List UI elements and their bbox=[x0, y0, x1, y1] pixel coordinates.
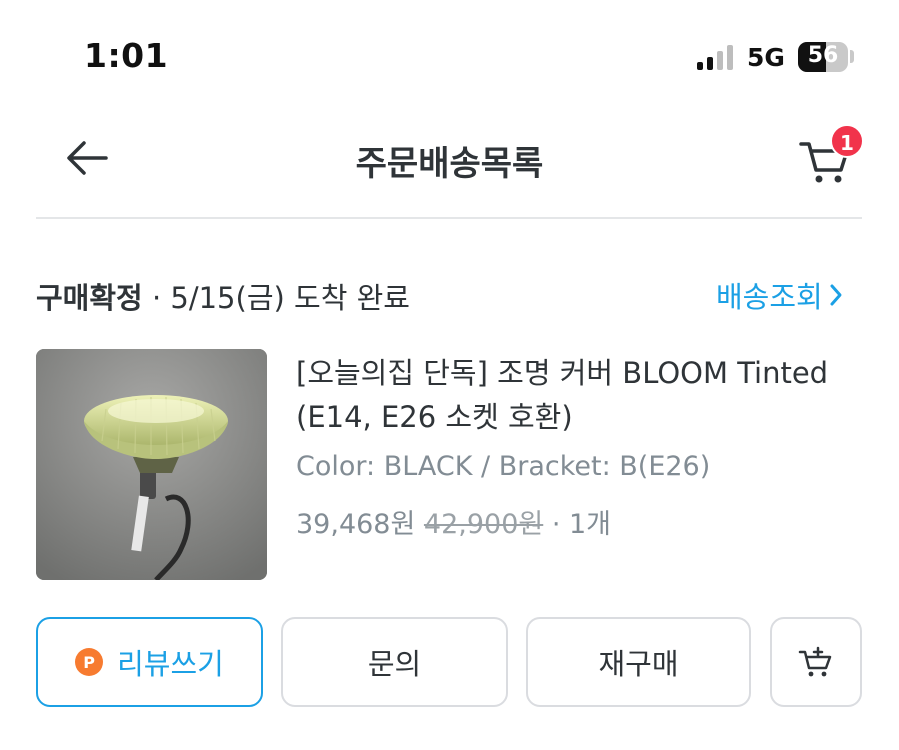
battery-tip bbox=[850, 50, 854, 63]
original-price: 42,900원 bbox=[423, 509, 544, 540]
order-status-label: 구매확정 bbox=[36, 281, 143, 315]
page-title: 주문배송목록 bbox=[355, 144, 544, 184]
lamp-photo bbox=[36, 349, 267, 580]
product-option: Color: BLACK / Bracket: B(E26) bbox=[296, 451, 711, 482]
chevron-right-icon bbox=[830, 284, 842, 306]
cart-plus-icon bbox=[798, 646, 832, 677]
order-status: 구매확정 · 5/15(금) 도착 완료 bbox=[36, 275, 410, 317]
product-title[interactable]: [오늘의집 단독] 조명 커버 BLOOM Tinted (E14, E26 소… bbox=[296, 351, 856, 439]
header-divider bbox=[36, 217, 862, 219]
quantity: · 1개 bbox=[543, 509, 612, 540]
order-arrival-date: · 5/15(금) 도착 완료 bbox=[142, 281, 410, 315]
rebuy-button[interactable]: 재구매 bbox=[526, 617, 751, 707]
status-time: 1:01 bbox=[84, 36, 169, 75]
write-review-button[interactable]: P 리뷰쓰기 bbox=[36, 617, 263, 707]
tracking-label: 배송조회 bbox=[716, 280, 823, 314]
cart-button[interactable]: 1 bbox=[796, 124, 870, 190]
tracking-link[interactable]: 배송조회 bbox=[716, 274, 843, 316]
inquiry-label: 문의 bbox=[367, 647, 422, 681]
product-price-row: 39,468원 42,900원 · 1개 bbox=[296, 502, 611, 541]
point-icon: P bbox=[75, 648, 104, 676]
product-image[interactable] bbox=[36, 349, 267, 580]
battery-icon: 56 bbox=[798, 42, 848, 72]
battery-level: 56 bbox=[807, 43, 839, 68]
cart-count-badge: 1 bbox=[830, 124, 864, 158]
network-type: 5G bbox=[747, 43, 785, 72]
add-to-cart-button[interactable] bbox=[770, 617, 862, 707]
write-review-label: 리뷰쓰기 bbox=[117, 647, 224, 681]
inquiry-button[interactable]: 문의 bbox=[281, 617, 508, 707]
rebuy-label: 재구매 bbox=[598, 647, 679, 681]
sale-price: 39,468원 bbox=[296, 509, 416, 540]
signal-icon bbox=[697, 44, 737, 70]
